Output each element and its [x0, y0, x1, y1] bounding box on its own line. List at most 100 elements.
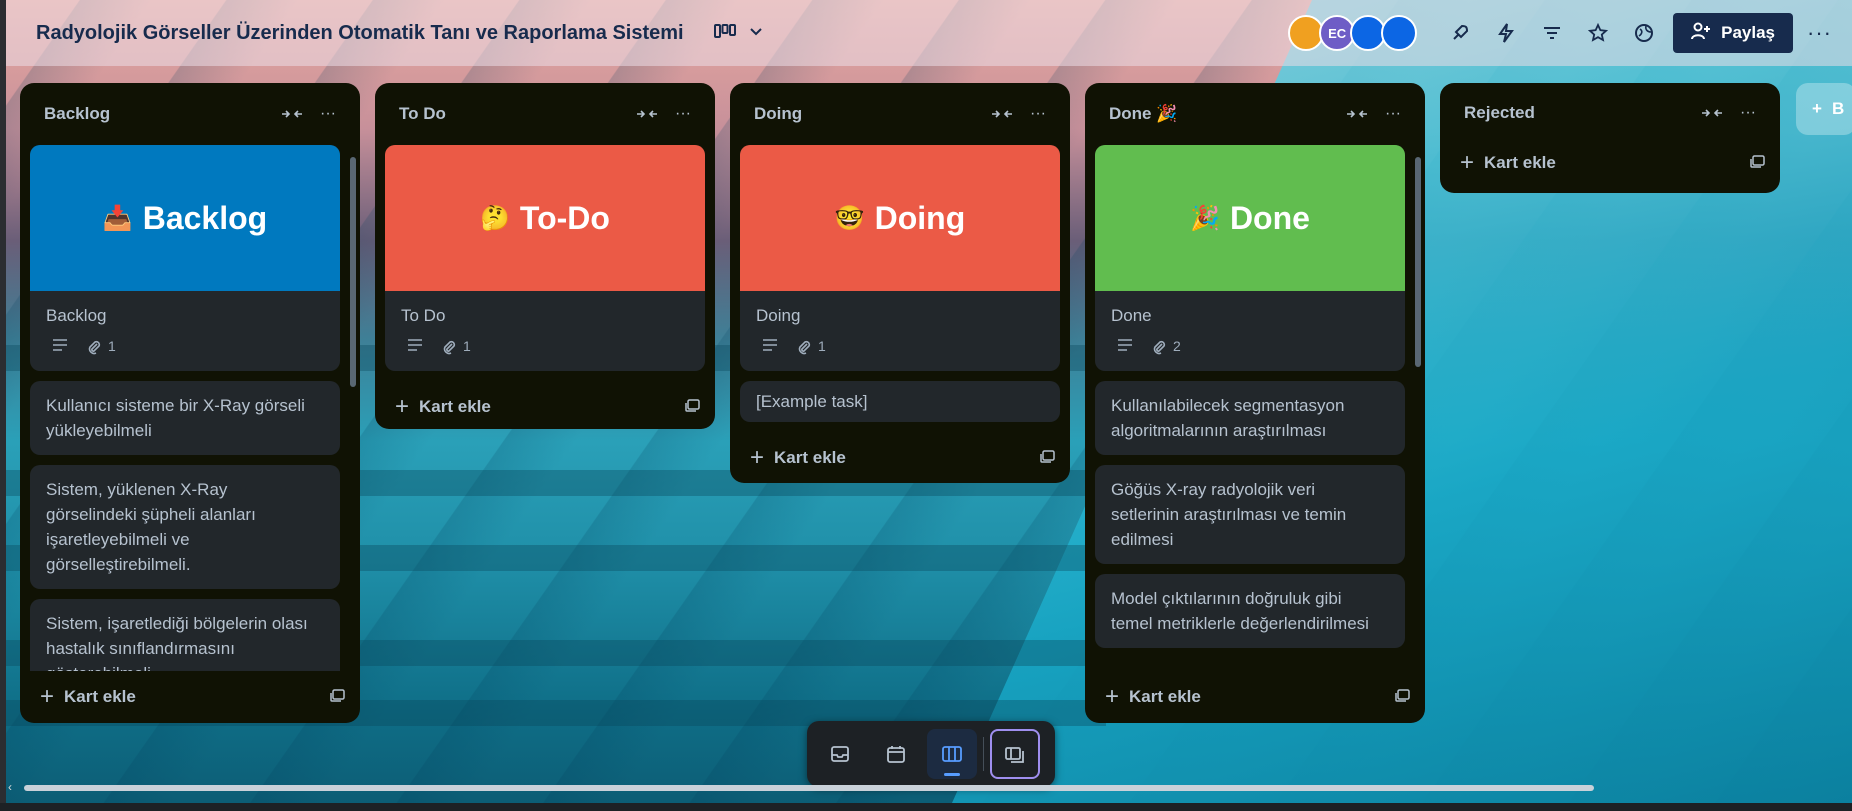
list-doing: Doing ··· 🤓 Doing Doing 1 [Example task]… [730, 83, 1070, 483]
card[interactable]: 🤓 Doing Doing 1 [740, 145, 1060, 371]
board-view-icon[interactable] [927, 729, 977, 779]
description-icon [762, 334, 778, 359]
card-title: Kullanıcı sisteme bir X-Ray görseli yükl… [46, 396, 305, 440]
card[interactable]: Model çıktılarının doğruluk gibi temel m… [1095, 574, 1405, 648]
card-title: Kullanılabilecek segmentasyon algoritmal… [1111, 396, 1345, 440]
card-template-icon[interactable] [1395, 687, 1411, 707]
list-actions-icon[interactable]: ··· [665, 98, 701, 130]
share-label: Paylaş [1721, 23, 1776, 42]
card-title: Sistem, işaretlediği bölgelerin olası ha… [46, 614, 308, 671]
more-menu-icon[interactable]: ··· [1807, 20, 1832, 46]
plus-icon: + [1105, 683, 1120, 710]
collapse-list-icon[interactable] [1339, 98, 1375, 130]
add-card-button[interactable]: + Kart ekle [1085, 671, 1425, 723]
description-icon [52, 334, 68, 359]
card[interactable]: Göğüs X-ray radyolojik veri setlerinin a… [1095, 465, 1405, 564]
globe-visibility-icon[interactable] [1621, 13, 1667, 53]
card[interactable]: [Example task] [740, 381, 1060, 422]
card-title: To Do [401, 306, 446, 325]
list-scrollbar[interactable] [350, 157, 356, 387]
board-horizontal-scrollbar[interactable] [20, 784, 1850, 792]
paperclip-icon [443, 340, 456, 354]
board-view-icon[interactable] [713, 22, 736, 45]
card-cover: 🤔 To-Do [385, 145, 705, 291]
calendar-icon[interactable] [871, 729, 921, 779]
collapse-list-icon[interactable] [1694, 97, 1730, 129]
switch-boards-icon[interactable] [990, 729, 1040, 779]
scrollbar-thumb[interactable] [24, 785, 1594, 791]
add-card-button[interactable]: + Kart ekle [375, 381, 715, 433]
card-title: Backlog [46, 306, 107, 325]
share-button[interactable]: Paylaş [1673, 13, 1794, 53]
card-cover: 📥 Backlog [30, 145, 340, 291]
card[interactable]: 📥 Backlog Backlog 1 [30, 145, 340, 371]
attachment-badge: 1 [796, 334, 826, 359]
chevron-down-icon[interactable] [748, 23, 764, 44]
add-person-icon [1691, 22, 1711, 45]
list-to-do: To Do ··· 🤔 To-Do To Do 1 + Kart ekle [375, 83, 715, 429]
collapse-list-icon[interactable] [984, 98, 1020, 130]
add-card-button[interactable]: + Kart ekle [20, 671, 360, 723]
card[interactable]: Sistem, işaretlediği bölgelerin olası ha… [30, 599, 340, 671]
attachment-badge: 2 [1151, 334, 1181, 359]
card[interactable]: Kullanıcı sisteme bir X-Ray görseli yükl… [30, 381, 340, 455]
paperclip-icon [1153, 340, 1166, 354]
filter-icon[interactable] [1529, 13, 1575, 53]
list-title[interactable]: Done 🎉 [1109, 104, 1339, 124]
paperclip-icon [88, 340, 101, 354]
view-switcher[interactable] [713, 22, 764, 45]
automation-bolt-icon[interactable] [1483, 13, 1529, 53]
card-template-icon[interactable] [1750, 153, 1766, 173]
card-title: Doing [756, 306, 801, 325]
star-icon[interactable] [1575, 13, 1621, 53]
card-title: Done [1111, 306, 1152, 325]
card-cover: 🤓 Doing [740, 145, 1060, 291]
card-template-icon[interactable] [330, 687, 346, 707]
plus-icon: + [40, 683, 55, 710]
list-done: Done 🎉 ··· 🎉 Done Done 2 Kullanılabilece… [1085, 83, 1425, 723]
plus-icon: + [1460, 149, 1475, 176]
avatar[interactable] [1381, 15, 1418, 51]
attachment-badge: 1 [86, 334, 116, 359]
card[interactable]: Sistem, yüklenen X-Ray görselindeki şüph… [30, 465, 340, 589]
card[interactable]: Kullanılabilecek segmentasyon algoritmal… [1095, 381, 1405, 455]
description-icon [407, 334, 423, 359]
card-title: Model çıktılarının doğruluk gibi temel m… [1111, 589, 1369, 633]
plus-icon: + [1812, 99, 1822, 118]
list-actions-icon[interactable]: ··· [1020, 98, 1056, 130]
card-title: [Example task] [756, 392, 868, 411]
add-card-button[interactable]: + Kart ekle [730, 432, 1070, 484]
list-scrollbar[interactable] [1415, 157, 1421, 367]
card[interactable]: 🤔 To-Do To Do 1 [385, 145, 705, 371]
plus-icon: + [750, 444, 765, 471]
list-actions-icon[interactable]: ··· [310, 98, 346, 130]
plus-icon: + [395, 393, 410, 420]
card-title: Sistem, yüklenen X-Ray görselindeki şüph… [46, 480, 256, 574]
list-actions-icon[interactable]: ··· [1375, 98, 1411, 130]
power-ups-rocket-icon[interactable] [1437, 13, 1483, 53]
list-title[interactable]: To Do [399, 104, 629, 124]
description-icon [1117, 334, 1133, 359]
list-rejected: Rejected ··· + Kart ekle [1440, 83, 1780, 193]
list-title[interactable]: Backlog [44, 104, 274, 124]
attachment-badge: 1 [441, 334, 471, 359]
list-title[interactable]: Doing [754, 104, 984, 124]
card-template-icon[interactable] [1040, 448, 1056, 468]
collapse-list-icon[interactable] [629, 98, 665, 130]
board-header: Radyolojik Görseller Üzerinden Otomatik … [6, 0, 1852, 66]
card-cover: 🎉 Done [1095, 145, 1405, 291]
list-actions-icon[interactable]: ··· [1730, 97, 1766, 129]
add-list-button[interactable]: + B [1796, 83, 1852, 135]
card-template-icon[interactable] [685, 397, 701, 417]
list-title[interactable]: Rejected [1464, 103, 1694, 123]
view-toolbar [807, 721, 1055, 787]
list-backlog: Backlog ··· 📥 Backlog Backlog 1 Kullanıc… [20, 83, 360, 723]
inbox-icon[interactable] [815, 729, 865, 779]
collapse-list-icon[interactable] [274, 98, 310, 130]
board-title[interactable]: Radyolojik Görseller Üzerinden Otomatik … [36, 22, 684, 45]
card[interactable]: 🎉 Done Done 2 [1095, 145, 1405, 371]
member-avatars[interactable]: EC [1288, 15, 1418, 51]
add-card-button[interactable]: + Kart ekle [1440, 143, 1780, 183]
paperclip-icon [798, 340, 811, 354]
scroll-left-arrow-icon[interactable]: ‹ [8, 780, 12, 794]
